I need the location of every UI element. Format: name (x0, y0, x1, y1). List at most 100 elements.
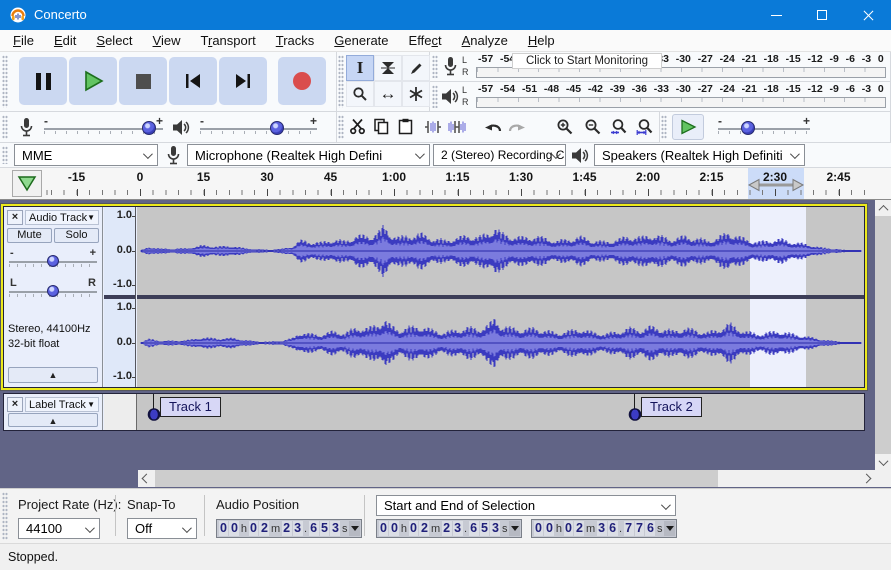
toolbar-grip[interactable] (2, 115, 8, 139)
toolbar-grip[interactable] (338, 55, 344, 108)
audio-track-name-button[interactable]: Audio Track ▼ (25, 210, 99, 225)
label-marker-icon[interactable] (147, 407, 161, 422)
audio-host-select[interactable]: MME (14, 144, 158, 166)
toolbar-grip[interactable] (432, 85, 438, 108)
menu-edit[interactable]: Edit (44, 31, 86, 50)
time-digit[interactable]: 3 (330, 521, 341, 536)
toolbar-grip[interactable] (338, 115, 344, 139)
stop-button[interactable] (119, 57, 167, 105)
scroll-right-button[interactable] (858, 470, 875, 487)
pan-slider[interactable]: L R (9, 277, 97, 301)
time-unit[interactable]: h (400, 521, 408, 536)
scroll-left-button[interactable] (138, 470, 155, 487)
menu-help[interactable]: Help (518, 31, 565, 50)
timeline-options-button[interactable] (12, 170, 42, 197)
time-digit[interactable]: 0 (248, 521, 259, 536)
time-unit[interactable]: m (430, 521, 441, 536)
time-digit[interactable]: 6 (308, 521, 319, 536)
menu-effect[interactable]: Effect (399, 31, 452, 50)
trim-audio-button[interactable] (421, 114, 445, 139)
monitoring-tooltip[interactable]: Click to Start Monitoring (512, 53, 662, 69)
silence-audio-button[interactable] (445, 114, 469, 139)
fit-project-button[interactable] (633, 114, 657, 139)
time-digit[interactable]: 6 (468, 521, 479, 536)
mute-button[interactable]: Mute (7, 228, 52, 243)
playback-meter[interactable]: -57 -54 -51 -48 -45 -42 -39 -36 -33 -30 -27 -24 -21-… (476, 83, 886, 110)
time-digit[interactable]: 3 (452, 521, 463, 536)
selection-mode-select[interactable]: Start and End of Selection (376, 495, 676, 516)
slider-thumb[interactable] (47, 255, 59, 267)
toolbar-grip[interactable] (661, 115, 667, 139)
skip-to-start-button[interactable] (169, 57, 217, 105)
horizontal-scrollbar[interactable] (138, 470, 875, 487)
redo-button[interactable] (505, 114, 529, 139)
menu-file[interactable]: File (3, 31, 44, 50)
skip-to-end-button[interactable] (219, 57, 267, 105)
menu-generate[interactable]: Generate (324, 31, 398, 50)
vertical-scrollbar-thumb[interactable] (875, 216, 891, 454)
menu-tracks[interactable]: Tracks (266, 31, 325, 50)
record-button[interactable] (278, 57, 326, 105)
time-field-dropdown-icon[interactable] (349, 521, 361, 536)
time-digit[interactable]: 3 (596, 521, 607, 536)
time-digit[interactable]: 0 (563, 521, 574, 536)
toolbar-grip[interactable] (2, 146, 8, 164)
waveform-area[interactable] (137, 207, 864, 387)
toolbar-grip[interactable] (2, 55, 8, 108)
copy-button[interactable] (369, 114, 393, 139)
label-marker-icon[interactable] (628, 407, 642, 422)
recording-channels-select[interactable]: 2 (Stereo) Recording Channels (433, 144, 566, 166)
snap-to-select[interactable]: Off (127, 518, 197, 539)
selection-start-field[interactable]: 00h02m23.653s (376, 519, 523, 538)
multi-tool-button[interactable] (402, 81, 430, 107)
selection-end-field[interactable]: 00h02m36.776s (531, 519, 678, 538)
time-digit[interactable]: 7 (623, 521, 634, 536)
label-text-box[interactable]: Track 1 (160, 397, 221, 417)
horizontal-scrollbar-thumb[interactable] (155, 470, 718, 487)
time-field-dropdown-icon[interactable] (664, 521, 676, 536)
pause-button[interactable] (19, 57, 67, 105)
play-button[interactable] (69, 57, 117, 105)
label-track-name-button[interactable]: Label Track ▼ (25, 397, 99, 412)
label-track[interactable]: × Label Track ▼ ▲ Track 1 Track 2 (3, 393, 865, 431)
track-close-button[interactable]: × (7, 210, 23, 225)
zoom-out-button[interactable] (581, 114, 605, 139)
time-unit[interactable]: m (270, 521, 281, 536)
time-digit[interactable]: 0 (218, 521, 229, 536)
envelope-tool-button[interactable] (374, 55, 402, 81)
time-unit[interactable]: s (501, 521, 509, 536)
time-digit[interactable]: 0 (533, 521, 544, 536)
close-button[interactable] (845, 0, 891, 30)
menu-analyze[interactable]: Analyze (452, 31, 518, 50)
track-collapse-button[interactable]: ▲ (8, 367, 98, 383)
time-unit[interactable]: h (240, 521, 248, 536)
audio-position-field[interactable]: 00h02m23.653s (216, 519, 363, 538)
time-digit[interactable]: 0 (378, 521, 389, 536)
time-digit[interactable]: 0 (389, 521, 400, 536)
selection-tool-button[interactable]: I (346, 55, 374, 81)
recording-device-select[interactable]: Microphone (Realtek High Defini (187, 144, 430, 166)
undo-button[interactable] (481, 114, 505, 139)
slider-thumb[interactable] (141, 121, 156, 135)
time-digit[interactable]: 2 (441, 521, 452, 536)
time-digit[interactable]: 2 (419, 521, 430, 536)
toolbar-grip[interactable] (432, 55, 438, 78)
zoom-tool-button[interactable] (346, 81, 374, 107)
time-digit[interactable]: 2 (574, 521, 585, 536)
time-digit[interactable]: 2 (281, 521, 292, 536)
time-unit[interactable]: . (303, 521, 308, 536)
time-unit[interactable]: . (463, 521, 468, 536)
scroll-up-button[interactable] (875, 200, 891, 216)
time-digit[interactable]: 6 (645, 521, 656, 536)
time-unit[interactable]: m (585, 521, 596, 536)
vertical-scrollbar[interactable] (875, 200, 891, 487)
cut-button[interactable] (345, 114, 369, 139)
time-digit[interactable]: 6 (607, 521, 618, 536)
time-digit[interactable]: 0 (544, 521, 555, 536)
audio-track[interactable]: × Audio Track ▼ Mute Solo - + L R Stereo… (3, 206, 865, 388)
time-digit[interactable]: 3 (490, 521, 501, 536)
vertical-scale-ruler[interactable]: 1.0 0.0 -1.0 1.0 0.0 -1.0 (104, 207, 136, 387)
zoom-selection-button[interactable] (607, 114, 631, 139)
paste-button[interactable] (393, 114, 417, 139)
time-digit[interactable]: 7 (634, 521, 645, 536)
